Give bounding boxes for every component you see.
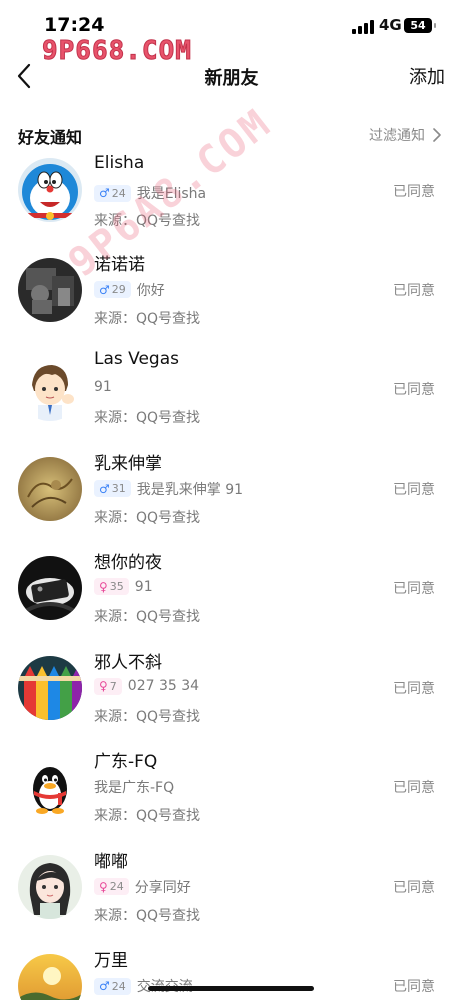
- requester-name: 万里: [94, 951, 128, 971]
- age-value: 29: [111, 283, 126, 296]
- request-meta: ♀ 7 027 35 34: [94, 677, 200, 695]
- age-value: 24: [111, 979, 126, 993]
- age-value: 35: [109, 580, 124, 593]
- request-status: 已同意: [393, 282, 435, 299]
- battery-icon: 54: [404, 18, 436, 33]
- request-source: 来源：QQ号查找: [94, 509, 201, 526]
- avatar[interactable]: [18, 257, 82, 322]
- age-value: 24: [109, 880, 124, 893]
- requester-name: Elisha: [94, 153, 145, 173]
- avatar[interactable]: [18, 357, 82, 421]
- section-title: 好友通知: [18, 128, 83, 147]
- male-age-badge: ♂ 24: [94, 977, 131, 995]
- friend-request-item[interactable]: Elisha ♂ 24 我是Elisha 来源：QQ号查找 已同意: [0, 150, 463, 249]
- age-value: 31: [111, 482, 126, 495]
- request-source: 来源：QQ号查找: [94, 609, 201, 625]
- chevron-right-icon: [433, 128, 441, 142]
- status-time: 17:24: [44, 14, 105, 36]
- request-source: 来源：QQ号查找: [94, 410, 201, 426]
- request-source: 来源：QQ号查找: [94, 808, 201, 824]
- request-status: 已同意: [393, 481, 435, 498]
- request-status: 已同意: [393, 382, 435, 398]
- filter-notifications-button[interactable]: 过滤通知: [369, 125, 425, 145]
- request-message: 我是广东-FQ: [94, 780, 175, 796]
- female-age-badge: ♀ 35: [94, 578, 129, 595]
- female-icon: ♀: [99, 879, 108, 894]
- friend-request-item[interactable]: 诺诺诺 ♂ 29 你好来源：QQ号查找 已同意: [0, 250, 463, 349]
- signal-icon: [352, 20, 374, 34]
- age-value: 7: [109, 679, 117, 693]
- nav-bar: 新朋友 添加: [0, 56, 463, 96]
- avatar[interactable]: [18, 456, 82, 521]
- female-age-badge: ♀ 7: [94, 677, 122, 695]
- request-message: 你好: [136, 282, 165, 299]
- request-status: 已同意: [393, 581, 435, 597]
- request-meta: ♂ 29 你好: [94, 280, 165, 300]
- request-status: 已同意: [393, 780, 435, 796]
- female-icon: ♀: [99, 679, 108, 693]
- request-status: 已同意: [393, 184, 435, 200]
- male-age-badge: ♂ 31: [94, 480, 131, 497]
- requester-name: 邪人不斜: [94, 652, 162, 673]
- male-icon: ♂: [99, 481, 110, 496]
- male-age-badge: ♂ 24: [94, 184, 131, 202]
- avatar[interactable]: [18, 854, 82, 919]
- request-status: 已同意: [393, 680, 435, 697]
- requester-name: 嘟嘟: [94, 851, 128, 872]
- request-message: 91: [94, 379, 112, 395]
- request-source: 来源：QQ号查找: [94, 907, 201, 924]
- request-meta: ♂ 24 我是Elisha: [94, 183, 206, 203]
- age-value: 24: [111, 186, 126, 200]
- friend-request-item[interactable]: Las Vegas 91 来源：QQ号查找 已同意: [0, 349, 463, 448]
- request-source: 来源：QQ号查找: [94, 213, 201, 229]
- requester-name: 广东-FQ: [94, 752, 158, 772]
- requester-name: 诺诺诺: [94, 254, 145, 275]
- request-message: 分享同好: [134, 879, 191, 896]
- request-source: 来源：QQ号查找: [94, 708, 201, 725]
- friend-request-item[interactable]: 万里♂24交流交流来源：QQ号查找已同意: [0, 946, 463, 1000]
- friend-request-item[interactable]: 广东-FQ 我是广东-FQ 来源：QQ号查找 已同意: [0, 747, 463, 846]
- avatar[interactable]: [18, 158, 82, 222]
- male-icon: ♂: [99, 979, 110, 993]
- friend-request-item[interactable]: 乳来伸掌 ♂ 31 我是乳来伸掌 91 来源：QQ号查找 已同意: [0, 449, 463, 548]
- request-meta: ♀ 24 分享同好: [94, 877, 191, 897]
- request-status: 已同意: [393, 879, 435, 896]
- female-age-badge: ♀ 24: [94, 878, 129, 895]
- home-indicator[interactable]: [148, 986, 314, 991]
- friend-request-item[interactable]: 邪人不斜 ♀ 7 027 35 34 来源：QQ号查找 已同意: [0, 648, 463, 747]
- male-icon: ♂: [99, 282, 110, 297]
- request-message: 我是乳来伸掌 91: [136, 481, 244, 498]
- avatar[interactable]: [18, 755, 82, 819]
- male-icon: ♂: [99, 186, 110, 200]
- request-meta: ♀ 35 91: [94, 578, 153, 595]
- request-message: 我是Elisha: [136, 186, 207, 202]
- avatar[interactable]: [18, 954, 82, 1000]
- add-button[interactable]: 添加: [409, 63, 445, 89]
- request-source: 来源：QQ号查找: [94, 310, 201, 327]
- request-status: 已同意: [393, 979, 435, 995]
- section-header: 好友通知 过滤通知: [0, 122, 463, 148]
- male-age-badge: ♂ 29: [94, 281, 131, 298]
- request-meta: 91: [94, 379, 112, 395]
- female-icon: ♀: [99, 579, 108, 594]
- page-title: 新朋友: [204, 68, 259, 89]
- request-meta: ♂ 31 我是乳来伸掌 91: [94, 479, 243, 499]
- request-message: 027 35 34: [127, 678, 200, 694]
- status-bar: 17:24 4G 54 9P668.COM: [0, 0, 463, 67]
- request-meta: 我是广东-FQ: [94, 777, 174, 797]
- friend-request-item[interactable]: 想你的夜 ♀ 35 91 来源：QQ号查找 已同意: [0, 548, 463, 647]
- request-message: 91: [134, 578, 153, 595]
- network-label: 4G: [379, 16, 402, 34]
- requester-name: 想你的夜: [94, 553, 162, 573]
- requester-name: 乳来伸掌: [94, 453, 162, 474]
- avatar[interactable]: [18, 655, 82, 720]
- requester-name: Las Vegas: [94, 349, 179, 369]
- avatar[interactable]: [18, 556, 82, 620]
- friend-request-item[interactable]: 嘟嘟 ♀ 24 分享同好来源：QQ号查找 已同意: [0, 847, 463, 946]
